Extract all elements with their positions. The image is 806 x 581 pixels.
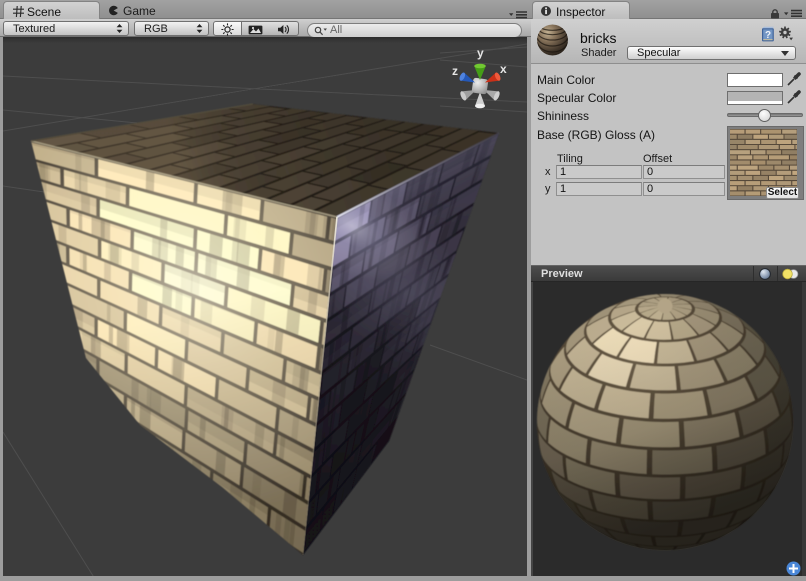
svg-text:y: y (477, 46, 484, 60)
svg-text:x: x (500, 62, 507, 76)
svg-text:?: ? (765, 30, 771, 41)
svg-text:z: z (452, 64, 458, 78)
